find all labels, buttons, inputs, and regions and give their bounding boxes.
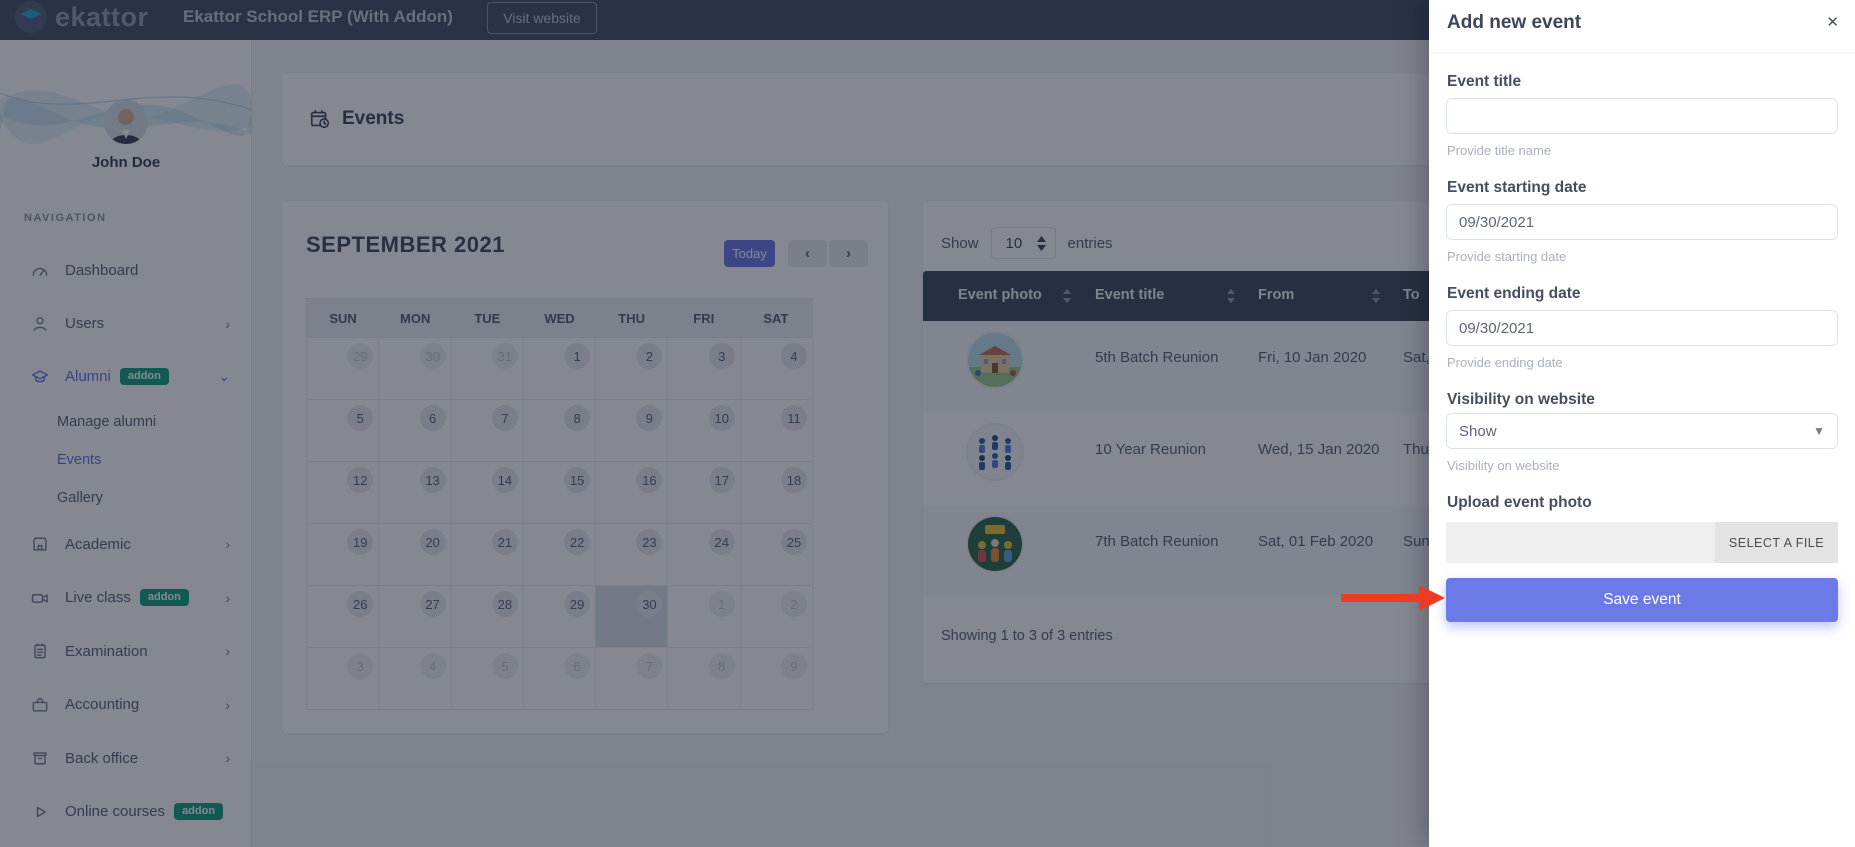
event-title-helper: Provide title name [1447,143,1551,158]
visibility-select[interactable]: Show ▼ [1446,413,1838,449]
visibility-label: Visibility on website [1447,391,1595,409]
ending-date-helper: Provide ending date [1447,355,1563,370]
starting-date-label: Event starting date [1447,179,1587,197]
ending-date-input[interactable] [1446,310,1838,346]
starting-date-helper: Provide starting date [1447,249,1566,264]
upload-photo-label: Upload event photo [1447,494,1592,512]
file-upload-field[interactable]: SELECT A FILE [1446,522,1838,563]
close-icon[interactable]: ✕ [1826,13,1839,31]
caret-down-icon: ▼ [1813,424,1825,438]
event-title-label: Event title [1447,73,1521,91]
visibility-selected-value: Show [1459,423,1497,440]
save-event-button[interactable]: Save event [1446,578,1838,622]
visibility-helper: Visibility on website [1447,458,1559,473]
select-file-button[interactable]: SELECT A FILE [1715,522,1838,563]
app-root: ekattor Ekattor School ERP (With Addon) … [0,0,1855,847]
starting-date-input[interactable] [1446,204,1838,240]
ending-date-label: Event ending date [1447,285,1581,303]
event-title-input[interactable] [1446,98,1838,134]
divider [1429,52,1855,53]
add-event-drawer: Add new event ✕ Event title Provide titl… [1429,0,1855,847]
drawer-title: Add new event [1447,12,1581,34]
